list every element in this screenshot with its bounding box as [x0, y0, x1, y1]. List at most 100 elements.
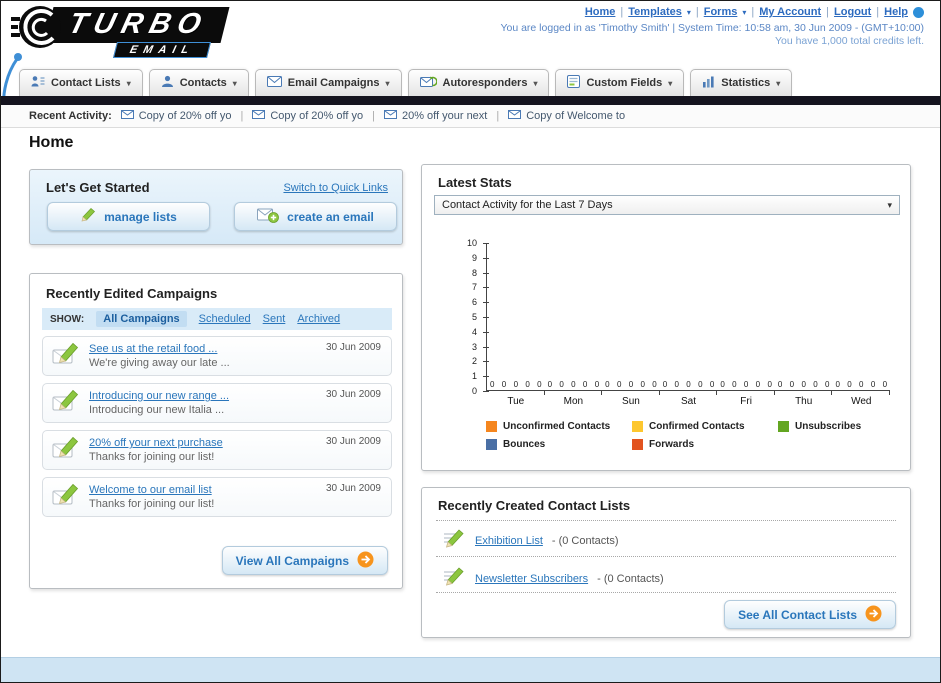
filter-tab-archived[interactable]: Archived	[297, 313, 340, 325]
recent-activity-item[interactable]: 20% off your next	[383, 110, 488, 122]
campaign-filter-tabs: SHOW: All Campaigns Scheduled Sent Archi…	[42, 308, 392, 330]
campaign-title-link[interactable]: Introducing our new range ...	[89, 389, 229, 403]
manage-lists-label: manage lists	[104, 209, 177, 224]
legend-swatch	[778, 421, 789, 432]
tab-email-campaigns[interactable]: Email Campaigns ▾	[254, 69, 402, 96]
chevron-down-icon: ▾	[776, 78, 781, 88]
campaign-title-link[interactable]: Welcome to our email list	[89, 483, 214, 497]
separator: |	[240, 110, 244, 122]
campaign-item[interactable]: Introducing our new range ... Introducin…	[42, 383, 392, 423]
y-axis-tick	[483, 346, 489, 348]
tab-label: Statistics	[721, 77, 771, 89]
tab-contacts[interactable]: Contacts ▾	[148, 69, 249, 96]
recent-activity-item[interactable]: Copy of Welcome to	[508, 110, 625, 122]
get-started-panel: Let's Get Started Switch to Quick Links …	[29, 169, 403, 245]
contact-list-item[interactable]: Newsletter Subscribers - (0 Contacts)	[442, 566, 664, 591]
see-all-contact-lists-button[interactable]: See All Contact Lists	[724, 600, 896, 629]
filter-tab-all-campaigns[interactable]: All Campaigns	[96, 311, 187, 327]
recent-activity-item[interactable]: Copy of 20% off yo	[252, 110, 363, 122]
header-link-my-account[interactable]: My Account	[759, 6, 821, 18]
activity-item-label: 20% off your next	[401, 110, 488, 122]
legend-swatch	[632, 439, 643, 450]
envelope-icon	[252, 110, 266, 122]
campaign-title-link[interactable]: 20% off your next purchase	[89, 436, 223, 450]
contact-list-name-link[interactable]: Exhibition List	[475, 535, 543, 547]
tab-statistics[interactable]: Statistics ▾	[690, 69, 793, 96]
chart-day-group: 0 0 0 0 0 Fri	[717, 243, 775, 407]
header-link-templates[interactable]: Templates	[628, 6, 682, 18]
tab-autoresponders[interactable]: Autoresponders ▾	[407, 69, 550, 96]
show-label: SHOW:	[50, 313, 85, 325]
tab-label: Contact Lists	[51, 77, 121, 89]
logo-wordmark: TURBO EMAIL	[44, 7, 230, 58]
see-all-contact-lists-label: See All Contact Lists	[738, 607, 857, 622]
y-axis-label: 8	[471, 267, 477, 278]
y-axis-tick	[483, 287, 489, 289]
bar-chart-icon	[702, 76, 715, 91]
legend-entry: Unconfirmed Contacts	[486, 421, 632, 432]
chevron-down-icon: ▾	[742, 7, 747, 17]
legend-entry: Confirmed Contacts	[632, 421, 778, 432]
header-link-logout[interactable]: Logout	[834, 6, 871, 18]
chevron-down-icon: ▾	[126, 78, 131, 88]
switch-quick-links-link[interactable]: Switch to Quick Links	[283, 182, 388, 194]
latest-stats-panel: Latest Stats Contact Activity for the La…	[421, 164, 911, 471]
campaign-item[interactable]: 20% off your next purchase Thanks for jo…	[42, 430, 392, 470]
stats-period-select[interactable]: Contact Activity for the Last 7 Days ▾	[434, 195, 900, 215]
create-email-label: create an email	[287, 209, 374, 224]
filter-tab-sent[interactable]: Sent	[263, 313, 286, 325]
create-email-button[interactable]: create an email	[234, 202, 397, 231]
legend-entry: Unsubscribes	[778, 421, 924, 432]
recent-activity-item[interactable]: Copy of 20% off yo	[120, 110, 231, 122]
tab-contact-lists[interactable]: Contact Lists ▾	[19, 69, 143, 96]
y-axis-label: 3	[471, 341, 477, 352]
header-link-forms[interactable]: Forms	[704, 6, 738, 18]
latest-stats-title: Latest Stats	[438, 175, 512, 190]
campaign-item[interactable]: Welcome to our email list Thanks for joi…	[42, 477, 392, 517]
value-labels: 00000	[835, 380, 888, 389]
dotted-divider	[436, 592, 896, 593]
activity-item-label: Copy of Welcome to	[526, 110, 626, 122]
contact-list-name-link[interactable]: Newsletter Subscribers	[475, 573, 588, 585]
y-axis-tick	[483, 361, 489, 363]
header-link-help[interactable]: Help	[884, 6, 908, 18]
x-axis-label: Wed	[851, 396, 872, 407]
page-footer	[1, 657, 940, 682]
tab-custom-fields[interactable]: Custom Fields ▾	[555, 69, 685, 96]
turbo-email-logo[interactable]: TURBO EMAIL	[11, 5, 230, 58]
y-axis-label: 9	[471, 252, 477, 263]
help-bubble-icon[interactable]	[913, 6, 924, 18]
contact-list-count: - (0 Contacts)	[551, 534, 619, 547]
envelope-pencil-icon	[52, 436, 80, 465]
tab-label: Contacts	[179, 77, 227, 89]
view-all-campaigns-button[interactable]: View All Campaigns	[221, 546, 388, 575]
page-title: Home	[29, 134, 74, 151]
campaign-item[interactable]: See us at the retail food ... We're givi…	[42, 336, 392, 376]
y-axis-tick	[483, 391, 489, 392]
activity-item-label: Copy of 20% off yo	[270, 110, 364, 122]
tab-label: Email Campaigns	[287, 77, 380, 89]
campaign-title-link[interactable]: See us at the retail food ...	[89, 342, 230, 356]
list-pencil-icon	[442, 528, 466, 553]
header-link-home[interactable]: Home	[585, 6, 616, 18]
value-labels: 00000	[547, 380, 600, 389]
recent-contact-lists-title: Recently Created Contact Lists	[438, 498, 631, 513]
chevron-down-icon: ▾	[686, 7, 691, 17]
contact-list-count: - (0 Contacts)	[597, 572, 664, 585]
envelope-pencil-icon	[52, 389, 80, 418]
separator: |	[695, 6, 699, 18]
campaign-date: 30 Jun 2009	[325, 436, 381, 447]
manage-lists-button[interactable]: manage lists	[47, 202, 210, 231]
tab-label: Autoresponders	[442, 77, 528, 89]
x-axis-label: Thu	[795, 396, 813, 407]
value-labels: 00000	[605, 380, 657, 389]
view-all-campaigns-label: View All Campaigns	[235, 553, 349, 568]
login-status-text: You are logged in as 'Timothy Smith' | S…	[500, 22, 924, 34]
contact-list-item[interactable]: Exhibition List - (0 Contacts)	[442, 528, 619, 553]
chart-plot: 0 0 0 0 0 Tue 0 0 0 0 0 Mon 0 0 0 0 0 Sun 0 0 0 0 0 Sat 0 0 0 0 0 Fri…	[483, 243, 890, 407]
envelope-pencil-icon	[52, 342, 80, 371]
y-axis-tick	[483, 243, 489, 244]
logo-sub-text: EMAIL	[113, 42, 212, 58]
value-labels: 00000	[490, 380, 542, 389]
filter-tab-scheduled[interactable]: Scheduled	[199, 313, 251, 325]
